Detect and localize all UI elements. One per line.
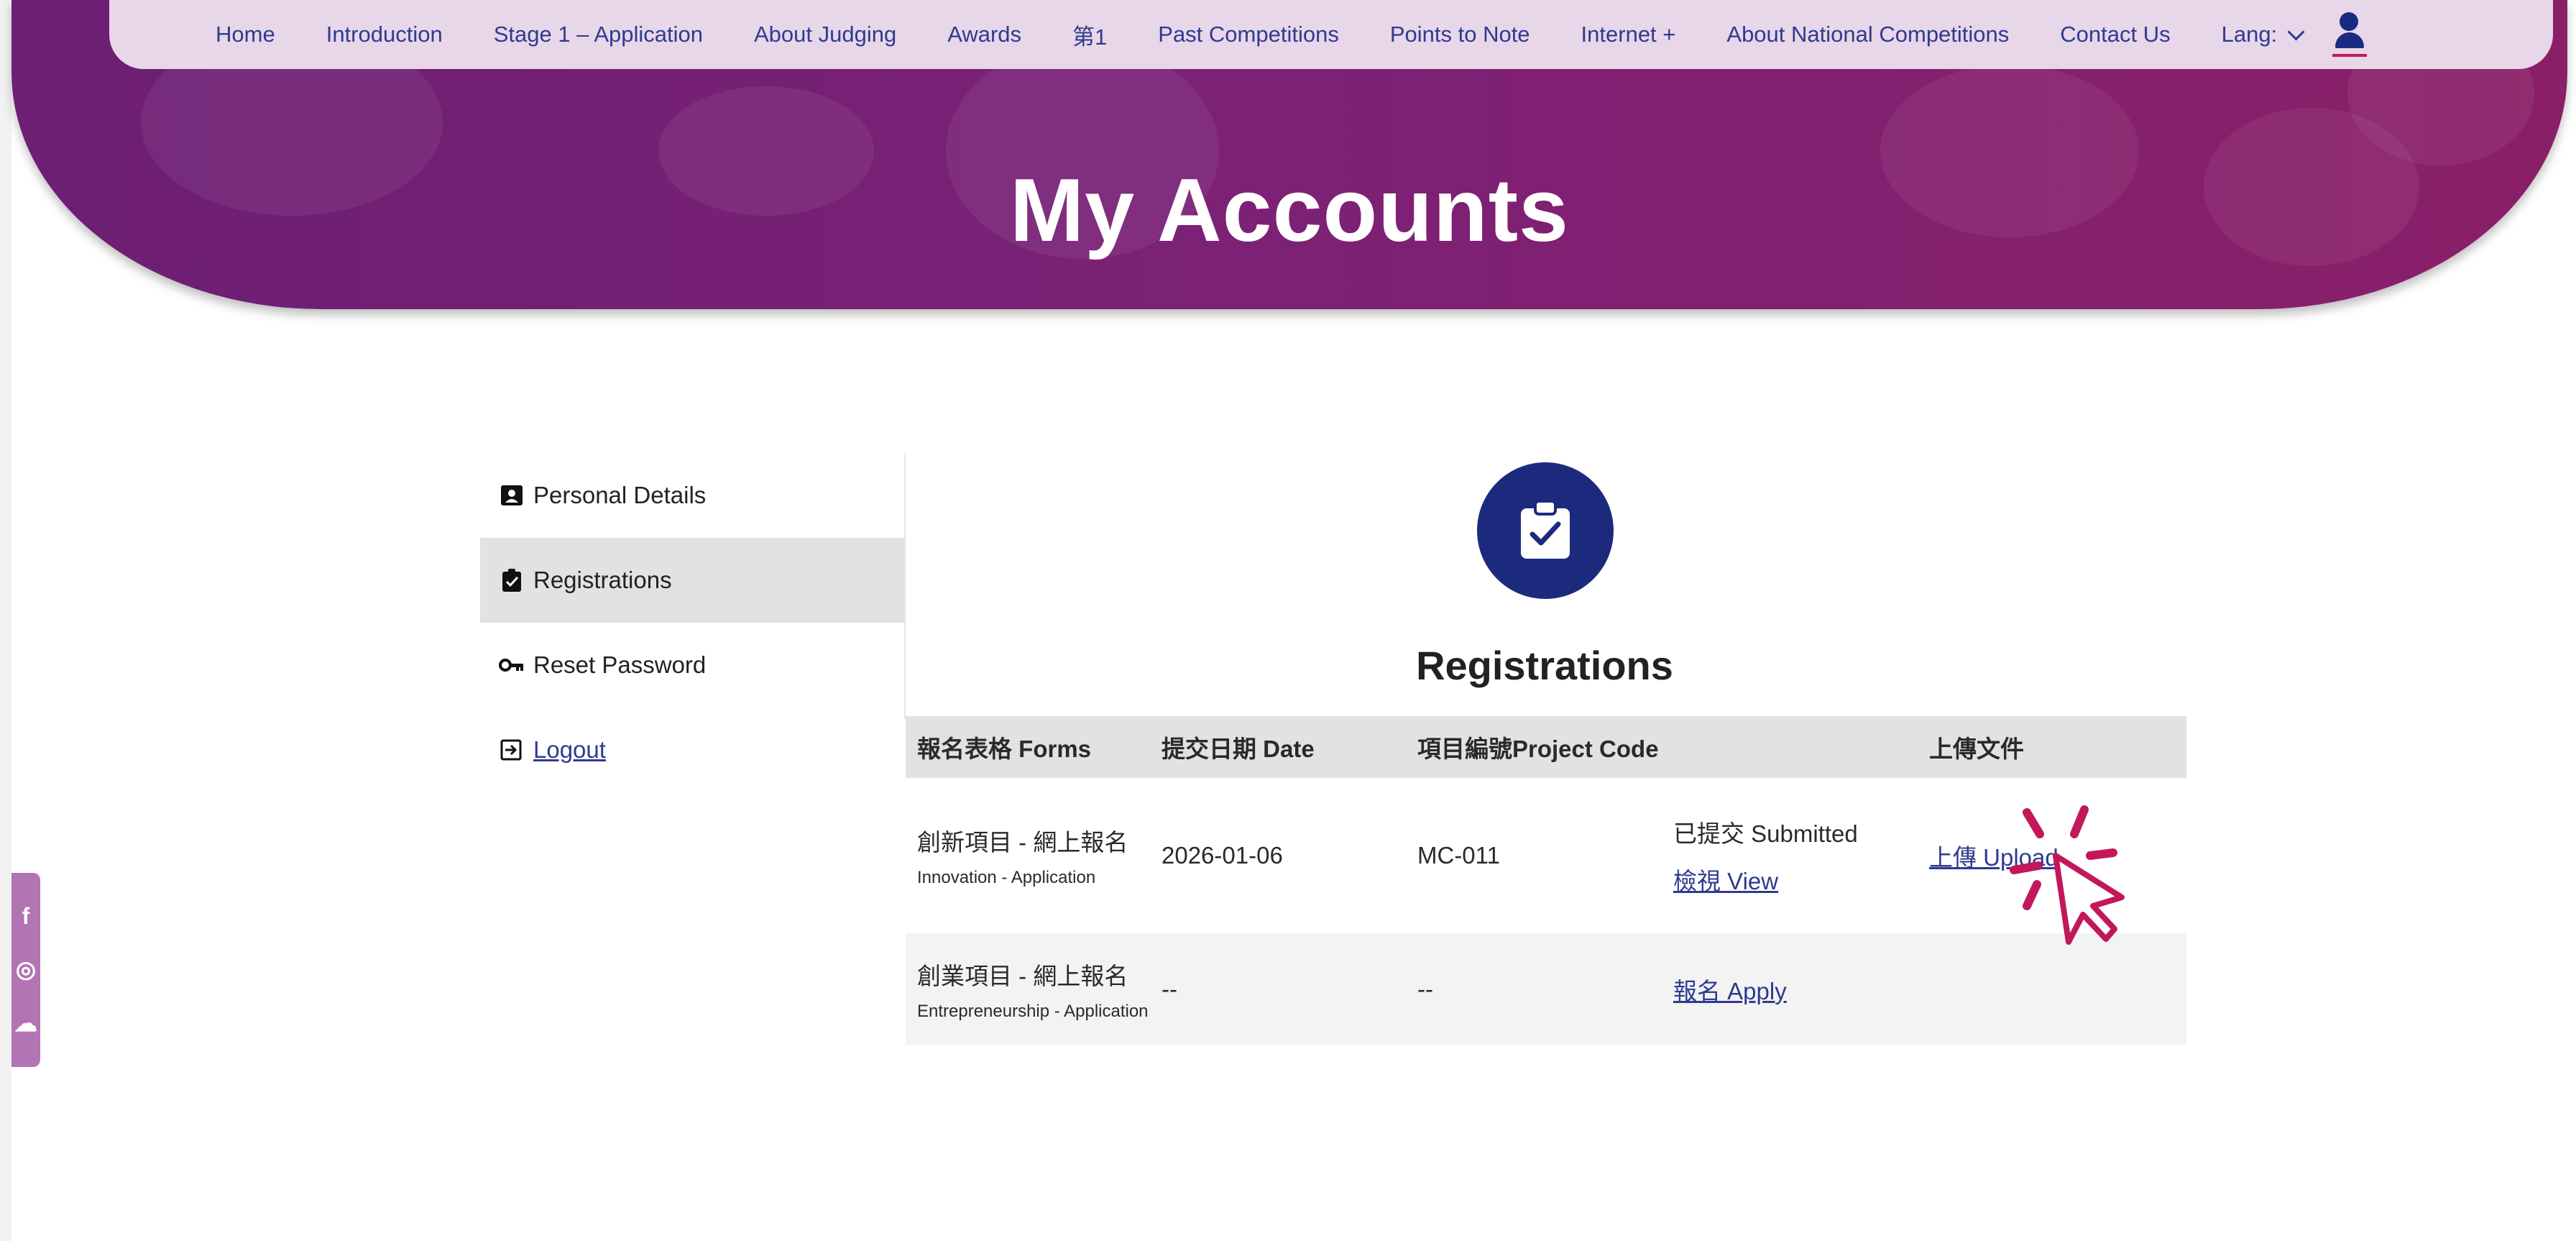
- page-title: My Accounts: [1009, 161, 1570, 260]
- nav-first[interactable]: 第1: [1072, 19, 1107, 51]
- clipboard-check-icon: [499, 567, 525, 593]
- nav-awards[interactable]: Awards: [947, 22, 1021, 47]
- wechat-icon[interactable]: ☁: [14, 1009, 37, 1037]
- section-title: Registrations: [1416, 643, 1673, 688]
- form-cell: 創業項目 - 網上報名 Entrepreneurship - Applicati…: [906, 957, 1162, 1022]
- header-forms: 報名表格 Forms: [917, 736, 1092, 762]
- nav-home[interactable]: Home: [216, 22, 275, 47]
- form-cell: 創新項目 - 網上報名 Innovation - Application: [906, 823, 1162, 888]
- click-cursor-icon: [2005, 805, 2149, 949]
- nav-points-to-note[interactable]: Points to Note: [1390, 22, 1530, 47]
- nav-internet-plus[interactable]: Internet +: [1581, 22, 1676, 47]
- status-cell: 報名 Apply: [1673, 972, 1929, 1007]
- view-link[interactable]: 檢視 View: [1673, 862, 1929, 897]
- account-sidebar: Personal Details Registrations Reset Pas…: [480, 453, 906, 792]
- table-header: 報名表格 Forms 提交日期 Date 項目編號Project Code 上傳…: [906, 716, 2186, 778]
- project-code-cell: MC-011: [1417, 842, 1500, 869]
- nav-introduction[interactable]: Introduction: [326, 22, 443, 47]
- registrations-table: 報名表格 Forms 提交日期 Date 項目編號Project Code 上傳…: [906, 716, 2186, 1045]
- sidebar-item-label: Personal Details: [533, 482, 707, 508]
- status-text: 已提交 Submitted: [1673, 820, 1858, 847]
- nav-contact-us[interactable]: Contact Us: [2060, 22, 2170, 47]
- logout-link[interactable]: Logout: [533, 736, 606, 764]
- table-row: 創業項目 - 網上報名 Entrepreneurship - Applicati…: [906, 933, 2186, 1045]
- sidebar-item-registrations[interactable]: Registrations: [480, 538, 906, 623]
- date-cell: 2026-01-06: [1162, 842, 1283, 869]
- user-account-icon[interactable]: [2331, 12, 2368, 57]
- nav-stage1-application[interactable]: Stage 1 – Application: [494, 22, 703, 47]
- status-cell: 已提交 Submitted 檢視 View: [1673, 815, 1929, 897]
- header-date: 提交日期 Date: [1162, 736, 1315, 762]
- instagram-icon[interactable]: ◎: [16, 956, 36, 983]
- form-name-en: Entrepreneurship - Application: [917, 1001, 1149, 1021]
- id-card-icon: [499, 482, 525, 508]
- apply-link[interactable]: 報名 Apply: [1673, 978, 1787, 1004]
- sidebar-item-reset-password[interactable]: Reset Password: [480, 623, 906, 707]
- nav-past-competitions[interactable]: Past Competitions: [1158, 22, 1339, 47]
- language-selector[interactable]: Lang:: [2221, 22, 2305, 47]
- header-project-code: 項目編號Project Code: [1417, 736, 1659, 762]
- page-edge: [0, 0, 12, 1241]
- sidebar-item-logout[interactable]: Logout: [480, 707, 906, 792]
- form-name-zh: 創業項目 - 網上報名: [917, 962, 1128, 989]
- nav-about-judging[interactable]: About Judging: [754, 22, 896, 47]
- nav-about-national-competitions[interactable]: About National Competitions: [1726, 22, 2009, 47]
- sidebar-item-label: Registrations: [533, 567, 672, 593]
- social-bar: f ◎ ☁: [12, 873, 40, 1067]
- language-label: Lang:: [2221, 22, 2278, 47]
- key-icon: [499, 652, 525, 678]
- registrations-badge-icon: [1477, 462, 1614, 599]
- facebook-icon[interactable]: f: [22, 903, 30, 930]
- chevron-down-icon: [2287, 22, 2305, 41]
- date-cell: --: [1162, 975, 1177, 1002]
- form-name-zh: 創新項目 - 網上報名: [917, 829, 1128, 856]
- table-row: 創新項目 - 網上報名 Innovation - Application 202…: [906, 778, 2186, 933]
- logout-icon: [499, 737, 525, 763]
- sidebar-item-personal-details[interactable]: Personal Details: [480, 453, 906, 538]
- form-name-en: Innovation - Application: [917, 868, 1096, 887]
- sidebar-item-label: Reset Password: [533, 651, 707, 678]
- header-upload: 上傳文件: [1929, 736, 2024, 762]
- project-code-cell: --: [1417, 975, 1433, 1002]
- top-nav: Home Introduction Stage 1 – Application …: [109, 0, 2553, 69]
